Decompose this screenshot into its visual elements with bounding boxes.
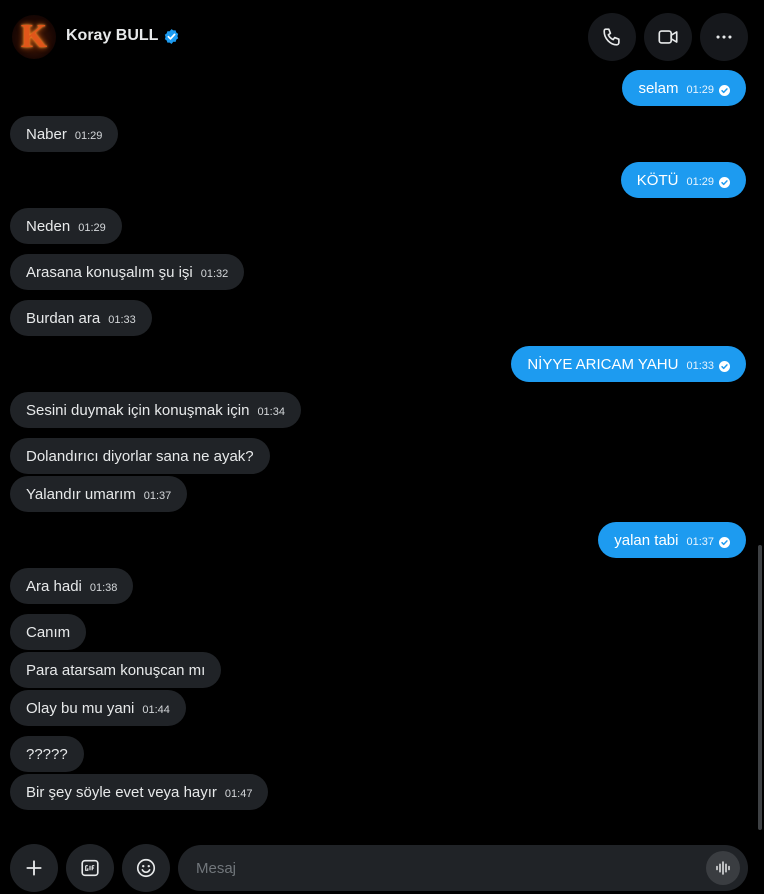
message-composer <box>178 845 748 891</box>
incoming-message[interactable]: Naber 01:29 <box>10 116 119 152</box>
message-text: Ara hadi <box>26 577 82 595</box>
message-time: 01:37 <box>143 490 172 502</box>
message-text: Yalandır umarım <box>26 485 136 503</box>
message-text: Canım <box>26 623 71 641</box>
emoji-button[interactable] <box>122 844 170 892</box>
read-check-icon <box>719 84 730 96</box>
incoming-message[interactable]: Neden 01:29 <box>10 208 122 244</box>
message-text: NİYYE ARICAM YAHU <box>527 355 679 373</box>
message-time: 01:44 <box>142 704 170 716</box>
incoming-message[interactable]: Arasana konuşalım şu işi 01:32 <box>10 254 245 290</box>
plus-icon <box>26 860 42 876</box>
message-text: KÖTÜ <box>636 171 679 189</box>
message-text: Naber <box>26 125 67 143</box>
message-text: Burdan ara <box>26 309 101 327</box>
message-list[interactable]: selam 01:29 Naber 01:29 KÖTÜ 01:29 Neden 01:29 A… <box>0 0 764 830</box>
message-time: 01:32 <box>200 268 229 280</box>
message-text: Neden <box>26 217 71 235</box>
incoming-message[interactable]: Para atarsam konuşcan mı <box>10 652 222 688</box>
message-text: Bir şey söyle evet veya hayır <box>26 783 217 801</box>
message-text: yalan tabi <box>614 531 679 549</box>
message-text: Olay bu mu yani <box>26 699 135 717</box>
message-time: 01:29 <box>78 222 106 234</box>
incoming-message[interactable]: ????? <box>10 736 84 772</box>
message-time: 01:47 <box>224 788 253 800</box>
message-time: 01:29 <box>686 84 714 96</box>
message-text: Para atarsam konuşcan mı <box>26 661 206 679</box>
gif-icon <box>81 859 99 877</box>
message-time: 01:29 <box>74 130 103 142</box>
outgoing-message[interactable]: yalan tabi 01:37 <box>598 522 746 558</box>
scrollbar[interactable] <box>758 545 762 830</box>
incoming-message[interactable]: Dolandırıcı diyorlar sana ne ayak? <box>10 438 270 474</box>
incoming-message[interactable]: Burdan ara 01:33 <box>10 300 152 336</box>
read-check-icon <box>719 536 730 548</box>
gif-button[interactable] <box>66 844 114 892</box>
outgoing-message[interactable]: KÖTÜ 01:29 <box>620 162 746 198</box>
message-text: Sesini duymak için konuşmak için <box>26 401 250 419</box>
message-text: selam <box>638 79 679 97</box>
read-check-icon <box>719 176 730 188</box>
voice-icon <box>716 861 730 875</box>
incoming-message[interactable]: Bir şey söyle evet veya hayır 01:47 <box>10 774 269 810</box>
outgoing-message[interactable]: NİYYE ARICAM YAHU 01:33 <box>511 346 746 382</box>
message-time: 01:29 <box>686 176 714 188</box>
message-time: 01:33 <box>108 314 136 326</box>
incoming-message[interactable]: Canım <box>10 614 87 650</box>
message-time: 01:33 <box>686 360 714 372</box>
incoming-message[interactable]: Olay bu mu yani 01:44 <box>10 690 186 726</box>
message-text: Arasana konuşalım şu işi <box>26 263 193 281</box>
outgoing-message[interactable]: selam 01:29 <box>622 70 746 106</box>
message-text: Dolandırıcı diyorlar sana ne ayak? <box>26 447 254 465</box>
incoming-message[interactable]: Ara hadi 01:38 <box>10 568 134 604</box>
message-input[interactable] <box>194 858 688 878</box>
add-attachment-button[interactable] <box>10 844 58 892</box>
read-check-icon <box>719 360 730 372</box>
incoming-message[interactable]: Sesini duymak için konuşmak için 01:34 <box>10 392 301 428</box>
message-time: 01:34 <box>257 406 285 418</box>
voice-message-button[interactable] <box>706 851 740 885</box>
emoji-icon <box>136 858 156 878</box>
message-time: 01:37 <box>686 536 714 548</box>
incoming-message[interactable]: Yalandır umarım 01:37 <box>10 476 188 512</box>
message-text: ????? <box>26 745 68 763</box>
message-time: 01:38 <box>89 582 118 594</box>
composer-bar <box>0 844 764 892</box>
